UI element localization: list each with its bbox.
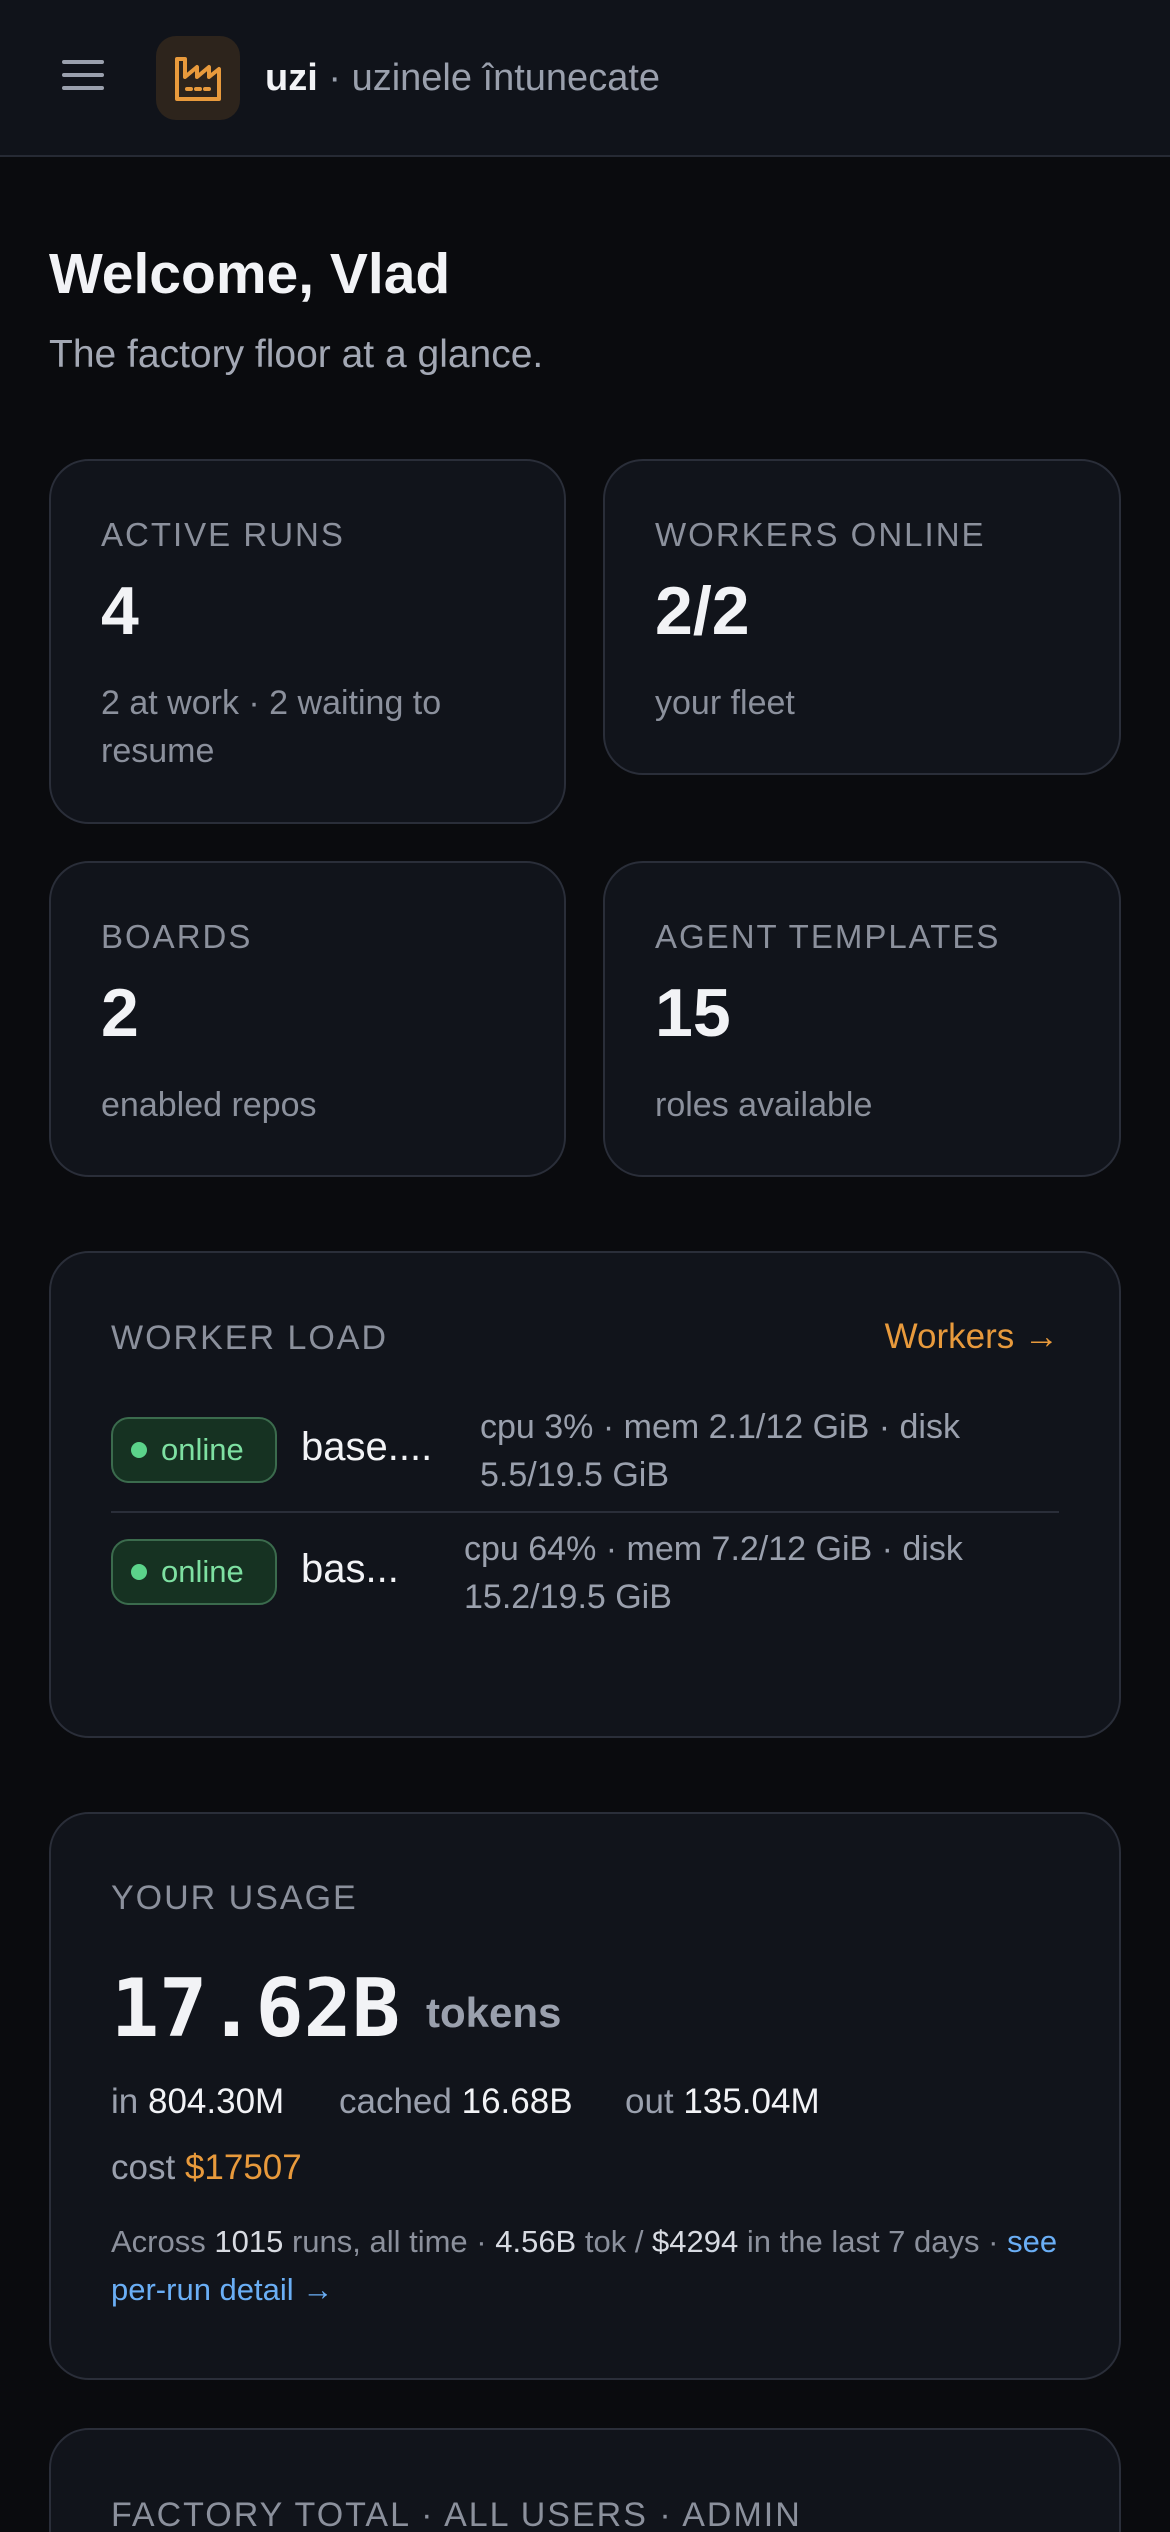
worker-load-label: WORKER LOAD <box>111 1319 389 1357</box>
in-label: in <box>111 2082 139 2121</box>
stat-label: WORKERS ONLINE <box>655 516 986 553</box>
status-text: online <box>161 1432 244 1467</box>
factory-logo-icon[interactable] <box>156 36 240 120</box>
stat-note: enabled repos <box>101 1086 317 1124</box>
status-badge: online <box>111 1417 277 1483</box>
workers-link[interactable]: Workers → <box>885 1317 1059 1357</box>
worker-name: bas... <box>301 1547 399 1591</box>
stat-note: 2 at work · 2 waiting to resume <box>101 684 442 770</box>
worker-name: base.... <box>301 1425 433 1469</box>
worker-stats: cpu 3% · mem 2.1/12 GiB · disk 5.5/19.5 … <box>480 1408 960 1494</box>
factory-total-label: FACTORY TOTAL · ALL USERS · ADMIN <box>111 2496 802 2532</box>
stat-value: 4 <box>101 573 139 649</box>
online-dot-icon <box>131 1442 147 1458</box>
welcome-heading: Welcome, Vlad <box>49 242 451 306</box>
usage-unit: tokens <box>426 1989 562 2036</box>
stat-note: roles available <box>655 1086 873 1124</box>
status-text: online <box>161 1554 244 1589</box>
stat-value: 15 <box>655 975 731 1051</box>
usage-cost: cost $17507 <box>111 2148 302 2188</box>
stat-note: your fleet <box>655 684 795 722</box>
stat-card-boards[interactable]: BOARDS 2 enabled repos <box>49 861 566 1177</box>
usage-footnote: Across 1015 runs, all time · 4.56B tok /… <box>111 2218 1069 2314</box>
usage-out: out 135.04M <box>625 2082 820 2122</box>
usage-total: 17.62B <box>111 1962 400 2055</box>
stat-value: 2 <box>101 975 139 1051</box>
top-bar: uzi · uzinele întunecate <box>0 0 1170 157</box>
foot-text: in the last 7 days · <box>738 2224 1008 2259</box>
usage-in: in 804.30M <box>111 2082 284 2122</box>
cost-label: cost <box>111 2148 176 2187</box>
foot-text: tok / <box>576 2224 653 2259</box>
status-badge: online <box>111 1539 277 1605</box>
stat-label: ACTIVE RUNS <box>101 516 345 553</box>
cached-label: cached <box>339 2082 452 2121</box>
foot-text: Across <box>111 2224 215 2259</box>
in-value: 804.30M <box>147 2082 285 2121</box>
brand-subtitle: uzinele întunecate <box>351 57 661 99</box>
usage-label: YOUR USAGE <box>111 1879 358 1917</box>
stat-value: 2/2 <box>655 573 750 649</box>
menu-icon[interactable] <box>62 60 104 96</box>
brand-title[interactable]: uzi · uzinele întunecate <box>265 52 660 104</box>
online-dot-icon <box>131 1564 147 1580</box>
out-value: 135.04M <box>683 2082 820 2121</box>
worker-stats: cpu 64% · mem 7.2/12 GiB · disk 15.2/19.… <box>464 1530 963 1616</box>
usage-card: YOUR USAGE 17.62B tokens in 804.30M cach… <box>49 1812 1121 2380</box>
foot-text: runs, all time · <box>283 2224 496 2259</box>
stat-card-agent-templates[interactable]: AGENT TEMPLATES 15 roles available <box>603 861 1121 1177</box>
brand-separator: · <box>317 57 352 99</box>
cached-value: 16.68B <box>461 2082 573 2121</box>
stat-card-active-runs[interactable]: ACTIVE RUNS 4 2 at work · 2 waiting to r… <box>49 459 566 824</box>
cost-value: $17507 <box>184 2148 302 2187</box>
worker-row[interactable]: online bas... cpu 64% · mem 7.2/12 GiB ·… <box>111 1515 1059 1635</box>
welcome-subtitle: The factory floor at a glance. <box>49 333 544 376</box>
brand-name: uzi <box>265 57 318 99</box>
factory-total-card: FACTORY TOTAL · ALL USERS · ADMIN <box>49 2428 1121 2532</box>
foot-cost: $4294 <box>652 2224 739 2259</box>
stat-label: AGENT TEMPLATES <box>655 918 1001 955</box>
stat-label: BOARDS <box>101 918 253 955</box>
worker-row[interactable]: online base.... cpu 3% · mem 2.1/12 GiB … <box>111 1393 1059 1513</box>
out-label: out <box>625 2082 674 2121</box>
usage-cached: cached 16.68B <box>339 2082 573 2122</box>
foot-tokens: 4.56B <box>495 2224 577 2259</box>
worker-load-card: WORKER LOAD Workers → online base.... cp… <box>49 1251 1121 1738</box>
foot-runs: 1015 <box>214 2224 284 2259</box>
stat-card-workers-online[interactable]: WORKERS ONLINE 2/2 your fleet <box>603 459 1121 775</box>
